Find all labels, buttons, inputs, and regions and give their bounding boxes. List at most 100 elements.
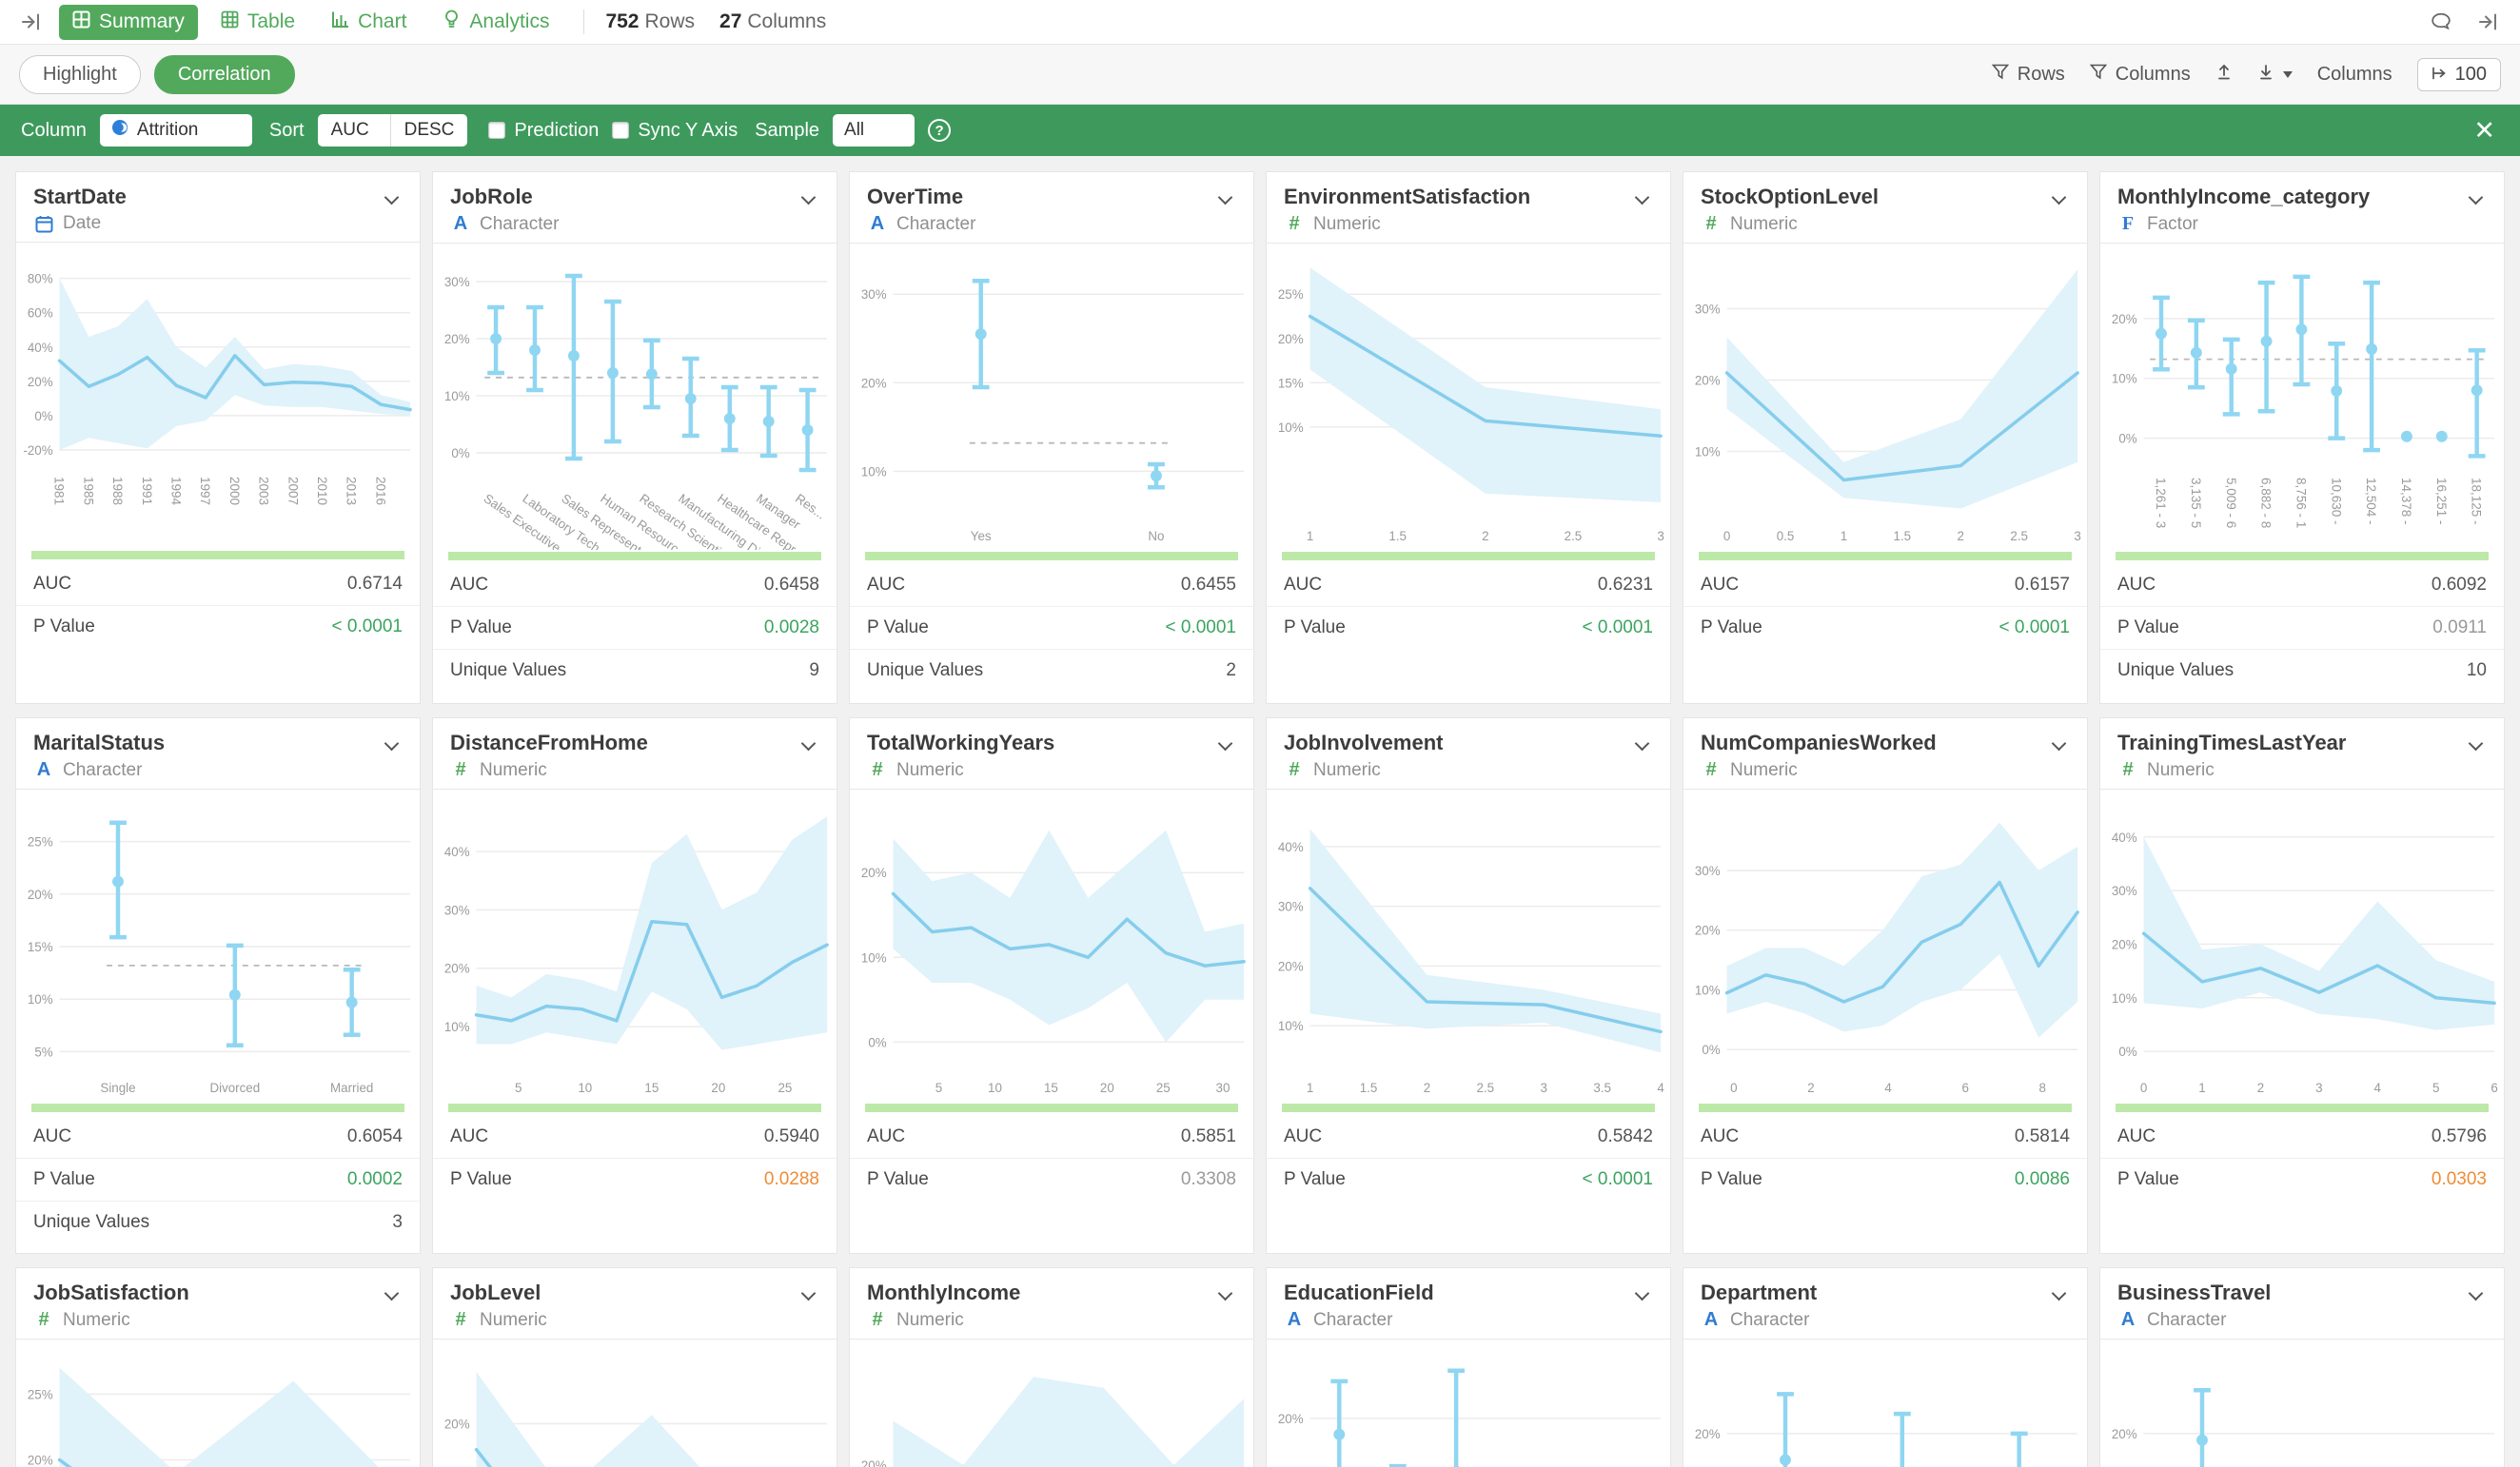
pvalue-row: P Value0.3308 bbox=[850, 1158, 1253, 1201]
column-title: MonthlyIncome bbox=[867, 1281, 1020, 1305]
card-stats: AUC0.6714P Value< 0.0001 bbox=[16, 563, 420, 648]
chevron-down-icon[interactable] bbox=[801, 1286, 817, 1301]
auc-row: AUC0.6054 bbox=[16, 1116, 420, 1158]
column-type-label: Numeric bbox=[1730, 760, 1798, 781]
svg-text:-20%: -20% bbox=[23, 443, 52, 458]
svg-text:1997: 1997 bbox=[198, 477, 212, 505]
chevron-down-icon[interactable] bbox=[384, 736, 400, 752]
chevron-down-icon[interactable] bbox=[1218, 1286, 1233, 1301]
target-column-select[interactable]: Attrition bbox=[100, 114, 252, 147]
column-count-label: Columns bbox=[747, 10, 826, 32]
arrow-from-bar-icon bbox=[2431, 64, 2448, 86]
svg-text:10%: 10% bbox=[1278, 421, 1304, 435]
svg-text:20%: 20% bbox=[861, 1458, 887, 1467]
tab-summary[interactable]: Summary bbox=[59, 5, 198, 40]
stat-label: AUC bbox=[867, 575, 905, 596]
sort-direction-select[interactable]: DESC bbox=[390, 114, 468, 147]
chevron-down-icon[interactable] bbox=[384, 190, 400, 205]
chevron-down-icon[interactable] bbox=[1635, 190, 1650, 205]
sample-select[interactable]: All bbox=[833, 114, 915, 147]
svg-text:3: 3 bbox=[2074, 529, 2080, 543]
pvalue-row: P Value0.0911 bbox=[2100, 606, 2504, 649]
auc-bar-track bbox=[1282, 552, 1655, 560]
chevron-down-icon[interactable] bbox=[1635, 736, 1650, 752]
svg-text:30%: 30% bbox=[444, 275, 470, 289]
filter-columns-button[interactable]: Columns bbox=[2090, 64, 2191, 86]
chevron-down-icon[interactable] bbox=[2052, 190, 2067, 205]
svg-text:0: 0 bbox=[1730, 1081, 1737, 1095]
close-icon[interactable]: ✕ bbox=[2466, 118, 2503, 144]
collapse-right-panel-icon[interactable] bbox=[2474, 8, 2503, 36]
unique-values-row: Unique Values3 bbox=[16, 1201, 420, 1243]
auc-row: AUC0.5851 bbox=[850, 1116, 1253, 1158]
column-type-label: Numeric bbox=[480, 1310, 547, 1331]
chevron-down-icon[interactable] bbox=[801, 190, 817, 205]
chevron-down-icon[interactable] bbox=[2052, 1286, 2067, 1301]
stat-value: 0.5814 bbox=[2015, 1126, 2070, 1147]
collapse-left-panel-icon[interactable] bbox=[17, 8, 46, 36]
checkbox-unchecked[interactable] bbox=[488, 122, 505, 139]
chevron-down-icon[interactable] bbox=[1635, 1286, 1650, 1301]
chevron-down-icon[interactable] bbox=[2469, 190, 2484, 205]
column-type-label: Date bbox=[63, 213, 101, 234]
svg-text:8,756 - 1: 8,756 - 1 bbox=[2294, 478, 2308, 528]
correlation-filter-bar: Column Attrition Sort AUC DESC Predictio… bbox=[0, 105, 2520, 156]
stat-label: P Value bbox=[1284, 617, 1346, 638]
numeric-type-icon: # bbox=[1284, 213, 1305, 235]
column-title: Department bbox=[1701, 1281, 1817, 1305]
svg-text:1994: 1994 bbox=[168, 477, 183, 506]
stat-value: 0.6092 bbox=[2431, 575, 2487, 596]
stat-value: 0.0086 bbox=[2015, 1169, 2070, 1190]
svg-text:30%: 30% bbox=[1695, 864, 1721, 878]
tab-chart[interactable]: Chart bbox=[318, 5, 420, 40]
svg-text:60%: 60% bbox=[28, 306, 53, 321]
chevron-down-icon[interactable] bbox=[384, 1286, 400, 1301]
tab-analytics[interactable]: Analytics bbox=[429, 4, 562, 40]
sync-y-axis-checkbox[interactable]: Sync Y Axis bbox=[612, 120, 738, 142]
character-type-icon: A bbox=[1284, 1309, 1305, 1331]
stat-value: < 0.0001 bbox=[1583, 617, 1654, 638]
card-header: EnvironmentSatisfaction # Numeric bbox=[1267, 172, 1670, 244]
chevron-down-icon[interactable] bbox=[801, 736, 817, 752]
svg-text:0%: 0% bbox=[2118, 1045, 2136, 1059]
chevron-down-icon[interactable] bbox=[2469, 736, 2484, 752]
sort-by-select[interactable]: AUC bbox=[318, 114, 390, 147]
auc-bar-track bbox=[1699, 552, 2072, 560]
card-header: JobSatisfaction # Numeric bbox=[16, 1268, 420, 1340]
column-type: A Character bbox=[450, 213, 559, 235]
svg-text:6: 6 bbox=[2490, 1081, 2497, 1095]
stat-label: P Value bbox=[2117, 617, 2179, 638]
checkbox-unchecked[interactable] bbox=[612, 122, 629, 139]
svg-text:No: No bbox=[1148, 529, 1164, 543]
card-stats: AUC0.6054P Value0.0002Unique Values3 bbox=[16, 1116, 420, 1243]
svg-text:4: 4 bbox=[2374, 1081, 2382, 1095]
filter-rows-button[interactable]: Rows bbox=[1992, 64, 2065, 86]
svg-text:10: 10 bbox=[988, 1081, 1002, 1095]
stat-label: Unique Values bbox=[867, 660, 983, 681]
column-type: # Numeric bbox=[450, 759, 648, 781]
svg-text:30%: 30% bbox=[861, 288, 887, 303]
correlation-button[interactable]: Correlation bbox=[154, 55, 295, 94]
svg-text:20%: 20% bbox=[444, 1418, 470, 1432]
stat-label: P Value bbox=[1284, 1169, 1346, 1190]
tab-table[interactable]: Table bbox=[207, 5, 308, 40]
prediction-checkbox[interactable]: Prediction bbox=[488, 120, 599, 142]
column-summary-card: MaritalStatus A Character 25%20%15%10%5%… bbox=[15, 717, 421, 1254]
svg-text:15%: 15% bbox=[28, 940, 53, 954]
svg-text:40%: 40% bbox=[444, 845, 470, 859]
download-button[interactable] bbox=[2257, 63, 2293, 87]
chevron-down-icon[interactable] bbox=[2052, 736, 2067, 752]
columns-limit-box[interactable]: 100 bbox=[2417, 58, 2501, 91]
column-summary-card: BusinessTravel A Character 20% bbox=[2099, 1267, 2505, 1467]
chevron-down-icon[interactable] bbox=[2469, 1286, 2484, 1301]
upload-button[interactable] bbox=[2215, 63, 2233, 87]
svg-text:2010: 2010 bbox=[315, 477, 329, 505]
help-icon[interactable]: ? bbox=[928, 119, 951, 142]
chevron-down-icon[interactable] bbox=[1218, 190, 1233, 205]
svg-text:5,009 - 6: 5,009 - 6 bbox=[2224, 478, 2238, 528]
highlight-button[interactable]: Highlight bbox=[19, 55, 141, 94]
column-type-label: Numeric bbox=[1730, 214, 1798, 235]
chevron-down-icon[interactable] bbox=[1218, 736, 1233, 752]
comment-bubble-icon[interactable] bbox=[2427, 8, 2455, 36]
unique-values-row: Unique Values10 bbox=[2100, 649, 2504, 692]
